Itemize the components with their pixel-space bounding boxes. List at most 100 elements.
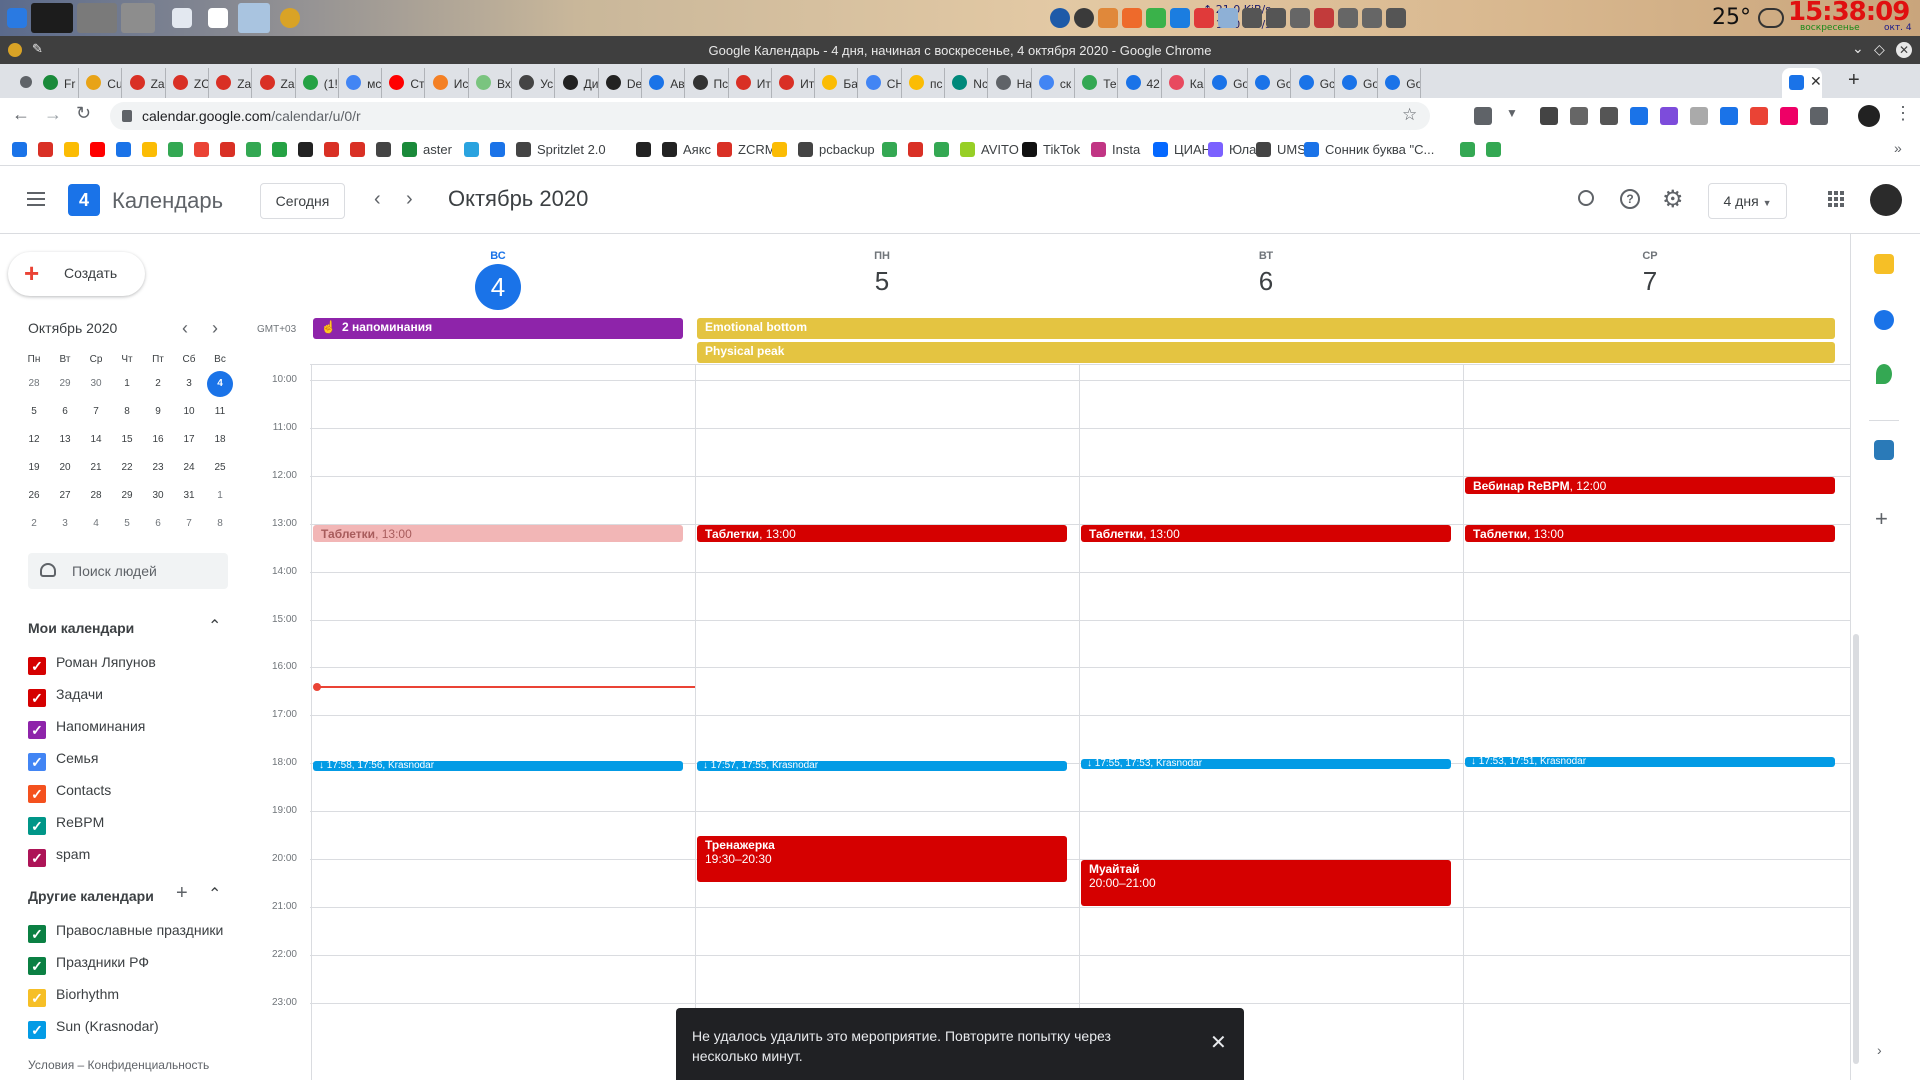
bookmark-item[interactable] xyxy=(908,142,929,157)
tab-item[interactable]: Вх xyxy=(469,68,512,98)
bookmark-item[interactable] xyxy=(934,142,955,157)
tab-item[interactable]: Пс xyxy=(686,68,729,98)
taskbar-chrome-window[interactable] xyxy=(31,3,73,33)
download-icon[interactable] xyxy=(1570,107,1588,125)
chevron-up-icon[interactable]: ⌃ xyxy=(208,616,221,636)
mini-day[interactable]: 1 xyxy=(206,484,234,508)
bookmark-item[interactable]: AVITO xyxy=(960,142,1019,157)
kde-menu-icon[interactable] xyxy=(7,8,27,28)
bluetooth-icon[interactable] xyxy=(1362,8,1382,28)
checkbox-checked-icon[interactable]: ✓ xyxy=(28,849,46,867)
calendar-event[interactable]: Тренажерка 19:30–20:30 xyxy=(697,836,1067,882)
keep-icon[interactable] xyxy=(1874,254,1894,274)
mini-day[interactable]: 3 xyxy=(51,512,79,536)
bookmark-item[interactable] xyxy=(490,142,511,157)
chrome-icon[interactable] xyxy=(280,8,300,28)
bookmark-item[interactable] xyxy=(246,142,267,157)
volume-icon[interactable] xyxy=(1266,8,1286,28)
mini-day[interactable]: 5 xyxy=(113,512,141,536)
tab-item[interactable]: Ди xyxy=(556,68,599,98)
settings-gear-icon[interactable]: ⚙ xyxy=(1662,185,1684,214)
tab-item[interactable]: мс xyxy=(339,68,383,98)
tab-item[interactable]: На xyxy=(989,68,1032,98)
mini-day[interactable]: 14 xyxy=(82,428,110,452)
bookmark-item[interactable] xyxy=(272,142,293,157)
calendar-list-item[interactable]: ✓ Contacts xyxy=(28,782,111,803)
hamburger-menu-icon[interactable] xyxy=(27,192,45,206)
teamviewer-icon[interactable] xyxy=(1170,8,1190,28)
day-header[interactable]: ВС 4 xyxy=(313,250,683,310)
mini-day[interactable]: 5 xyxy=(20,400,48,424)
bookmark-item[interactable] xyxy=(142,142,163,157)
mini-day[interactable]: 27 xyxy=(51,484,79,508)
terms-privacy-link[interactable]: Условия – Конфиденциальность xyxy=(28,1058,209,1072)
reload-icon[interactable]: ↻ xyxy=(76,103,91,124)
tab-item[interactable]: 42 xyxy=(1119,68,1162,98)
sunset-event[interactable]: ↓ 17:57, 17:55, Krasnodar xyxy=(697,761,1067,772)
bookmark-item[interactable]: pcbackup xyxy=(798,142,875,157)
bell-icon[interactable] xyxy=(1074,8,1094,28)
checkbox-checked-icon[interactable]: ✓ xyxy=(28,657,46,675)
usb-icon[interactable] xyxy=(1338,8,1358,28)
tab-item[interactable]: Те xyxy=(1075,68,1119,98)
bookmark-item[interactable]: UMS xyxy=(1256,142,1306,157)
weather-temperature[interactable]: 25° xyxy=(1712,5,1751,30)
bookmark-item[interactable]: Аякс xyxy=(662,142,711,157)
bookmark-item[interactable] xyxy=(772,142,793,157)
tab-item[interactable]: Ст xyxy=(382,68,426,98)
tab-item[interactable]: Ит xyxy=(729,68,772,98)
bookmark-item[interactable]: Insta xyxy=(1091,142,1140,157)
mini-day[interactable]: 23 xyxy=(144,456,172,480)
tab-search-icon[interactable] xyxy=(20,76,32,88)
tab-item[interactable]: Ус xyxy=(512,68,556,98)
extension-icon[interactable] xyxy=(1690,107,1708,125)
calendar-app-icon[interactable] xyxy=(172,8,192,28)
allday-reminders-event[interactable]: ☝ 2 напоминания xyxy=(313,318,683,339)
bookmark-item[interactable] xyxy=(1460,142,1481,157)
calendar-list-item[interactable]: ✓ ReBPM xyxy=(28,814,104,835)
my-calendars-title[interactable]: Мои календари xyxy=(28,620,134,636)
mini-day[interactable]: 16 xyxy=(144,428,172,452)
day-number[interactable]: 5 xyxy=(697,266,1067,297)
extension-icon[interactable] xyxy=(1474,107,1492,125)
tab-item[interactable]: Cu xyxy=(79,68,123,98)
mini-day[interactable]: 1 xyxy=(113,372,141,396)
chevron-down-icon[interactable]: ▼ xyxy=(1506,106,1518,120)
mini-day[interactable]: 15 xyxy=(113,428,141,452)
mini-day[interactable]: 30 xyxy=(144,484,172,508)
mini-day[interactable]: 9 xyxy=(144,400,172,424)
forward-icon[interactable]: → xyxy=(44,104,62,125)
viber-icon[interactable] xyxy=(1660,107,1678,125)
extension-icon[interactable] xyxy=(1600,107,1618,125)
mini-prev-icon[interactable]: ‹ xyxy=(182,318,188,339)
other-calendars-title[interactable]: Другие календари xyxy=(28,888,154,904)
checkbox-checked-icon[interactable]: ✓ xyxy=(28,721,46,739)
checkbox-checked-icon[interactable]: ✓ xyxy=(28,925,46,943)
tab-item[interactable]: Za xyxy=(209,68,253,98)
next-period-icon[interactable]: › xyxy=(406,188,413,211)
tab-item[interactable]: Ав xyxy=(642,68,686,98)
checkbox-checked-icon[interactable]: ✓ xyxy=(28,817,46,835)
tab-item[interactable]: Za xyxy=(253,68,296,98)
bookmark-item[interactable] xyxy=(194,142,215,157)
mini-day[interactable]: 28 xyxy=(20,372,48,396)
tab-item[interactable]: Ит xyxy=(772,68,816,98)
extension-icon[interactable] xyxy=(1720,107,1738,125)
more-bookmarks-icon[interactable]: » xyxy=(1894,140,1902,156)
back-icon[interactable]: ← xyxy=(12,104,30,125)
tab-item[interactable]: Go xyxy=(1335,68,1378,98)
mini-day[interactable]: 28 xyxy=(82,484,110,508)
extension-icon[interactable] xyxy=(1780,107,1798,125)
mini-day[interactable]: 11 xyxy=(206,400,234,424)
new-tab-button[interactable]: + xyxy=(1848,69,1860,92)
bookmark-item[interactable]: Spritzlet 2.0 xyxy=(516,142,606,157)
day-number[interactable]: 7 xyxy=(1465,266,1835,297)
bookmark-item[interactable] xyxy=(324,142,345,157)
calendar-list-item[interactable]: ✓ Роман Ляпунов xyxy=(28,654,156,675)
mini-day[interactable]: 3 xyxy=(175,372,203,396)
bookmark-item[interactable]: Сонник буква "С... xyxy=(1304,142,1434,157)
checkbox-checked-icon[interactable]: ✓ xyxy=(28,989,46,1007)
tab-item[interactable]: De xyxy=(599,68,642,98)
today-button[interactable]: Сегодня xyxy=(260,183,345,219)
mini-day[interactable]: 4 xyxy=(82,512,110,536)
